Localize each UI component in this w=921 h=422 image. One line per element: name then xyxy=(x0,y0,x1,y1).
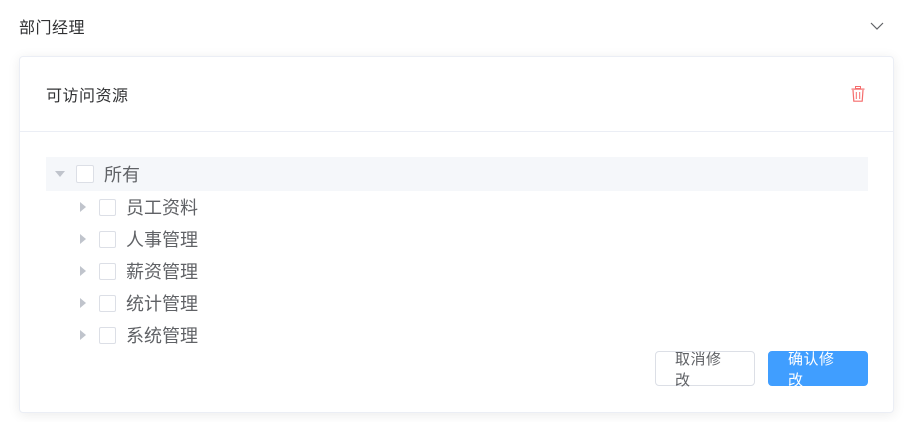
tree-node-statistics-management[interactable]: 统计管理 xyxy=(46,287,868,319)
resource-tree: 所有 员工资料 人事管理 薪资管理 统计管理 系统管理 xyxy=(46,157,868,351)
caret-right-icon[interactable] xyxy=(77,233,89,245)
tree-checkbox[interactable] xyxy=(99,326,116,344)
resource-card: 可访问资源 所有 员工资料 人事管理 薪资管理 统计管理 系统管理 取消修改 确… xyxy=(19,56,894,413)
caret-right-icon[interactable] xyxy=(77,265,89,277)
caret-right-icon[interactable] xyxy=(77,329,89,341)
caret-right-icon[interactable] xyxy=(77,201,89,213)
tree-node-salary-management[interactable]: 薪资管理 xyxy=(46,255,868,287)
role-collapse-header[interactable]: 部门经理 xyxy=(0,0,921,52)
role-title: 部门经理 xyxy=(19,18,86,37)
card-title: 可访问资源 xyxy=(46,86,129,105)
chevron-down-icon[interactable] xyxy=(869,18,885,34)
tree-node-label: 系统管理 xyxy=(126,326,198,347)
trash-icon[interactable] xyxy=(849,85,867,103)
caret-down-icon[interactable] xyxy=(54,168,66,180)
tree-node-label: 薪资管理 xyxy=(126,262,198,283)
tree-checkbox[interactable] xyxy=(99,230,116,248)
caret-right-icon[interactable] xyxy=(77,297,89,309)
tree-node-label: 员工资料 xyxy=(126,198,198,219)
tree-checkbox[interactable] xyxy=(99,294,116,312)
tree-node-root[interactable]: 所有 xyxy=(46,157,868,191)
tree-checkbox[interactable] xyxy=(99,262,116,280)
tree-checkbox[interactable] xyxy=(99,198,116,216)
tree-node-label: 统计管理 xyxy=(126,294,198,315)
action-bar: 取消修改 确认修改 xyxy=(655,350,868,389)
card-header: 可访问资源 xyxy=(20,57,893,132)
tree-node-label: 人事管理 xyxy=(126,230,198,251)
cancel-button[interactable]: 取消修改 xyxy=(655,350,755,389)
tree-node-employee-info[interactable]: 员工资料 xyxy=(46,191,868,223)
confirm-button[interactable]: 确认修改 xyxy=(768,350,868,389)
tree-node-label: 所有 xyxy=(104,165,140,186)
tree-node-hr-management[interactable]: 人事管理 xyxy=(46,223,868,255)
tree-node-system-management[interactable]: 系统管理 xyxy=(46,319,868,351)
tree-checkbox-root[interactable] xyxy=(76,165,94,183)
